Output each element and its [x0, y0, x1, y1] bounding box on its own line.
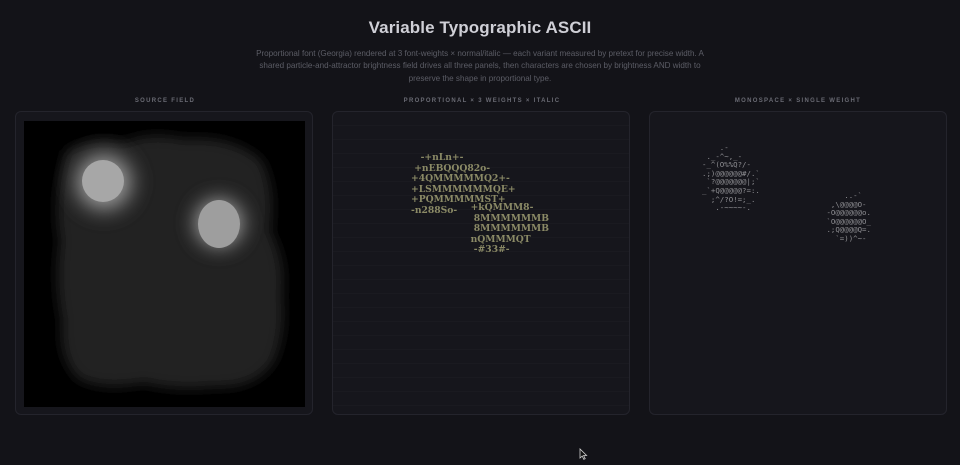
monospace-ascii-panel: .- ._-^~,_- -_^(O%%Q?/- .;)@@@@@@#/.` `?… [649, 111, 947, 415]
proportional-ascii-blob-right: +kQMMM8- 8MMMMMMB 8MMMMMMB nQMMMQT -#33#… [470, 202, 549, 256]
source-field-panel [15, 111, 313, 415]
monospace-ascii-blob-right: ..-` ,\@@@@O- -O@@@@@@o. `O@@@@@@O_ .;Q@… [826, 191, 871, 243]
brightness-field-graphic [57, 135, 283, 389]
source-field-canvas [24, 121, 305, 407]
source-field-label: SOURCE FIELD [134, 98, 196, 104]
page-header: Variable Typographic ASCII Proportional … [0, 18, 960, 85]
proportional-panel-label: PROPORTIONAL × 3 WEIGHTS × ITALIC [403, 98, 561, 104]
monospace-ascii-blob-left: .- ._-^~,_- -_^(O%%Q?/- .;)@@@@@@#/.` `?… [702, 143, 760, 213]
page-title: Variable Typographic ASCII [368, 18, 592, 37]
monospace-panel-label: MONOSPACE × SINGLE WEIGHT [734, 98, 862, 104]
page-subtitle: Proportional font (Georgia) rendered at … [256, 49, 704, 83]
mouse-pointer-icon [579, 447, 588, 465]
proportional-ascii-panel: -+nLn+- +nEBQQQ82o- +4QMMMMMQ2+- +LSMMMM… [332, 111, 630, 415]
